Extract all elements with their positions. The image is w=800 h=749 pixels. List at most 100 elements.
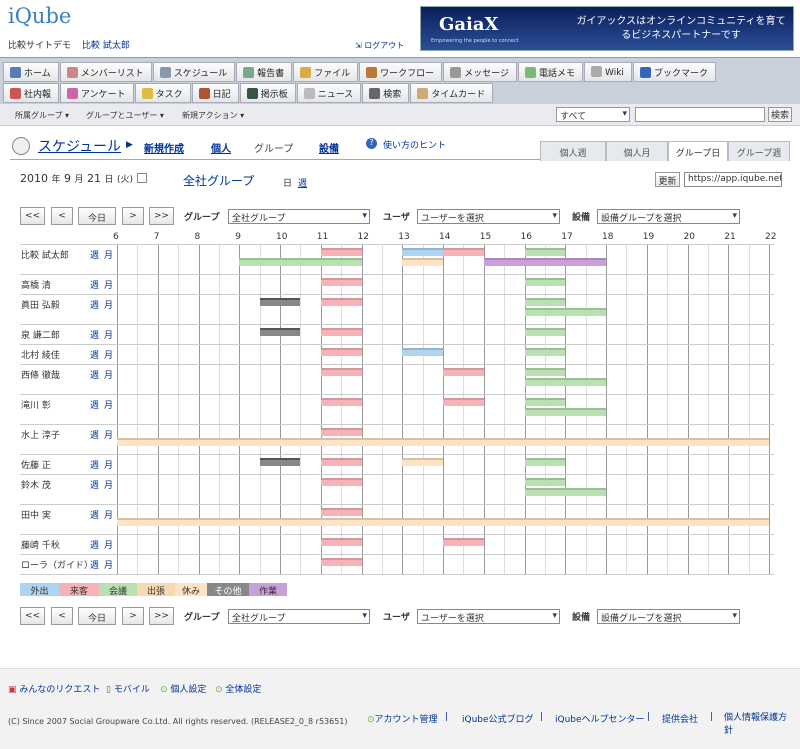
schedule-event[interactable] — [320, 538, 362, 546]
bottom-today-button[interactable]: 今日 — [78, 607, 116, 625]
nav-item-file[interactable]: ファイル — [293, 62, 359, 82]
schedule-event[interactable] — [524, 328, 566, 336]
tab-personal-week[interactable]: 個人週 — [540, 141, 606, 161]
schedule-event[interactable] — [320, 398, 362, 406]
schedule-event[interactable] — [443, 538, 484, 546]
top-first-button[interactable]: << — [20, 207, 45, 225]
nav-item-board[interactable]: 掲示板 — [239, 83, 296, 103]
member-name[interactable]: 藤崎 千秋 — [21, 538, 60, 551]
nav-item-schedule[interactable]: スケジュール — [152, 62, 236, 82]
member-week-link[interactable]: 週 — [90, 348, 99, 361]
member-name[interactable]: ローラ（ガイド） — [21, 558, 93, 571]
member-name[interactable]: 田中 実 — [21, 508, 51, 521]
member-month-link[interactable]: 月 — [104, 298, 113, 311]
schedule-event[interactable] — [320, 278, 362, 286]
top-prev-button[interactable]: < — [51, 207, 73, 225]
schedule-event[interactable] — [524, 298, 566, 306]
menu-affiliation-group[interactable]: 所属グループ ▾ — [15, 110, 69, 121]
member-name[interactable]: 高橋 清 — [21, 278, 51, 291]
schedule-event[interactable] — [443, 248, 484, 256]
schedule-event[interactable] — [524, 478, 566, 486]
schedule-event[interactable] — [524, 398, 566, 406]
nav-item-workflow[interactable]: ワークフロー — [359, 62, 443, 82]
member-month-link[interactable]: 月 — [104, 478, 113, 491]
footer-link-mobile[interactable]: ▯ モバイル — [106, 682, 150, 695]
facility-link[interactable]: 設備 — [319, 140, 339, 155]
member-month-link[interactable]: 月 — [104, 558, 113, 571]
footer-blog[interactable]: iQube公式ブログ — [462, 712, 534, 725]
schedule-event[interactable] — [524, 368, 566, 376]
member-week-link[interactable]: 週 — [90, 478, 99, 491]
member-month-link[interactable]: 月 — [104, 328, 113, 341]
new-link[interactable]: 新規作成 — [144, 140, 184, 155]
member-week-link[interactable]: 週 — [90, 328, 99, 341]
member-week-link[interactable]: 週 — [90, 298, 99, 311]
nav-item-message[interactable]: メッセージ — [443, 62, 517, 82]
schedule-event[interactable] — [483, 258, 606, 266]
schedule-event[interactable] — [524, 458, 566, 466]
top-group-select[interactable]: 全社グループ — [228, 209, 370, 224]
search-input[interactable] — [635, 107, 765, 122]
bottom-facility-select[interactable]: 設備グループを選択 — [597, 609, 740, 624]
member-month-link[interactable]: 月 — [104, 428, 113, 441]
nav-item-bookmark[interactable]: ブックマーク — [632, 62, 716, 82]
member-month-link[interactable]: 月 — [104, 538, 113, 551]
footer-link-personal-settings[interactable]: ⊙ 個人設定 — [160, 682, 206, 695]
nav-item-wiki[interactable]: Wiki — [584, 62, 632, 82]
schedule-event[interactable] — [320, 328, 362, 336]
logo[interactable]: iQube — [8, 4, 71, 28]
top-next-button[interactable]: > — [122, 207, 144, 225]
member-week-link[interactable]: 週 — [90, 368, 99, 381]
bottom-first-button[interactable]: << — [20, 607, 45, 625]
footer-help-center[interactable]: iQubeヘルプセンター — [555, 712, 645, 725]
footer-link-global-settings[interactable]: ⊙ 全体設定 — [215, 682, 261, 695]
nav-item-report[interactable]: 報告書 — [236, 62, 293, 82]
member-month-link[interactable]: 月 — [104, 278, 113, 291]
nav-item-news[interactable]: ニュース — [296, 83, 362, 103]
schedule-event[interactable] — [320, 458, 362, 466]
banner-ad[interactable]: GaiaX Empowering the people to connect ガ… — [420, 6, 794, 51]
help-link[interactable]: 使い方のヒント — [383, 138, 446, 151]
personal-link[interactable]: 個人 — [211, 140, 231, 155]
member-week-link[interactable]: 週 — [90, 458, 99, 471]
footer-account[interactable]: ⊙アカウント管理 — [367, 712, 438, 725]
tab-group-day[interactable]: グループ日 — [668, 141, 728, 161]
schedule-event[interactable] — [259, 328, 301, 336]
refresh-button[interactable]: 更新 — [655, 172, 680, 187]
member-week-link[interactable]: 週 — [90, 558, 99, 571]
schedule-event[interactable] — [443, 398, 484, 406]
schedule-event[interactable] — [524, 488, 606, 496]
member-month-link[interactable]: 月 — [104, 348, 113, 361]
schedule-event[interactable] — [524, 348, 566, 356]
user-name[interactable]: 比較 試太郎 — [82, 38, 130, 51]
schedule-event[interactable] — [402, 458, 443, 466]
schedule-event[interactable] — [320, 298, 362, 306]
nav-item-task[interactable]: タスク — [134, 83, 191, 103]
bottom-last-button[interactable]: >> — [149, 607, 174, 625]
schedule-event[interactable] — [402, 248, 443, 256]
member-name[interactable]: 眞田 弘毅 — [21, 298, 60, 311]
schedule-event[interactable] — [259, 458, 301, 466]
schedule-event[interactable] — [320, 478, 362, 486]
page-title[interactable]: スケジュール — [38, 136, 121, 156]
menu-new-action[interactable]: 新規アクション ▾ — [182, 110, 244, 121]
bottom-prev-button[interactable]: < — [51, 607, 73, 625]
schedule-event[interactable] — [443, 368, 484, 376]
top-facility-select[interactable]: 設備グループを選択 — [597, 209, 740, 224]
url-field[interactable]: https://app.iqube.net — [684, 172, 782, 187]
schedule-event[interactable] — [524, 408, 606, 416]
member-name[interactable]: 水上 淳子 — [21, 428, 60, 441]
bottom-next-button[interactable]: > — [122, 607, 144, 625]
member-week-link[interactable]: 週 — [90, 398, 99, 411]
tab-personal-month[interactable]: 個人月 — [606, 141, 668, 161]
member-name[interactable]: 泉 謙二郎 — [21, 328, 60, 341]
schedule-event[interactable] — [320, 348, 362, 356]
nav-item-timecard[interactable]: タイムカード — [410, 83, 494, 103]
nav-item-newsletter[interactable]: 社内報 — [3, 83, 60, 103]
footer-link-requests[interactable]: ▣ みんなのリクエスト — [8, 682, 100, 695]
calendar-icon[interactable] — [136, 173, 147, 183]
schedule-event[interactable] — [239, 258, 362, 266]
member-week-link[interactable]: 週 — [90, 538, 99, 551]
member-week-link[interactable]: 週 — [90, 278, 99, 291]
member-name[interactable]: 北村 綾佳 — [21, 348, 60, 361]
